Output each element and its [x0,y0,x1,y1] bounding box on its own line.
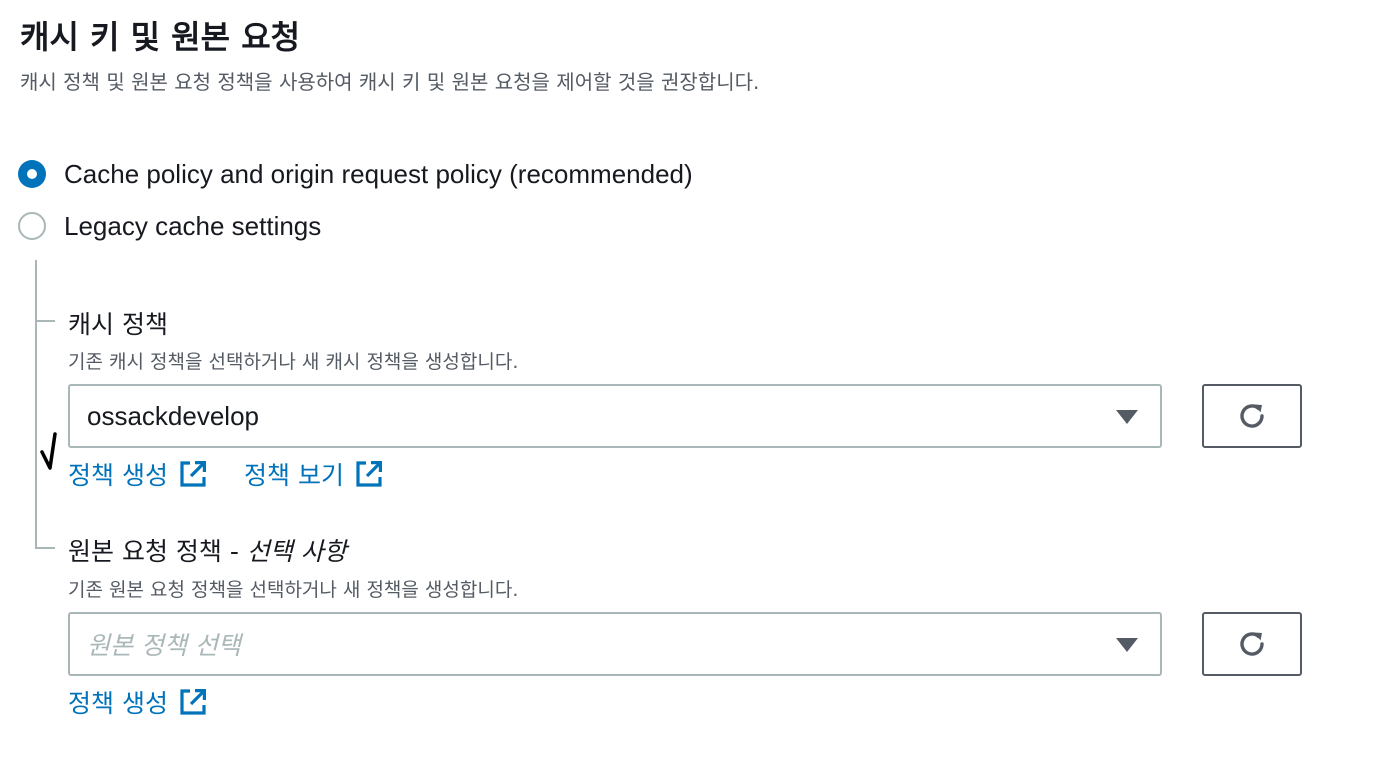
section-description: 캐시 정책 및 원본 요청 정책을 사용하여 캐시 키 및 원본 요청을 제어할… [20,70,760,94]
cache-policy-selected-value: ossackdevelop [87,400,259,431]
tree-connector-branch [35,320,55,322]
cache-policy-label: 캐시 정책 [68,310,168,339]
origin-request-policy-refresh-button[interactable] [1202,612,1302,676]
external-link-icon [356,461,382,487]
radio-button-unselected[interactable] [18,212,46,240]
refresh-icon [1240,632,1264,656]
view-cache-policy-link-text: 정책 보기 [244,461,344,490]
radio-button-selected[interactable] [18,160,46,188]
external-link-icon [180,689,206,715]
section-title: 캐시 키 및 원본 요청 [20,18,301,56]
handwritten-checkmark-icon [40,432,57,470]
create-origin-request-policy-link[interactable]: 정책 생성 [68,684,208,720]
radio-label-cache-policy: Cache policy and origin request policy (… [64,158,693,189]
origin-request-policy-select[interactable]: 원본 정책 선택 [68,612,1162,676]
create-cache-policy-link[interactable]: 정책 생성 [68,456,208,492]
create-origin-request-policy-link-text: 정책 생성 [68,689,168,718]
cache-policy-description: 기존 캐시 정책을 선택하거나 새 캐시 정책을 생성합니다. [68,351,519,373]
radio-option-cache-policy[interactable]: Cache policy and origin request policy (… [18,157,693,191]
cache-policy-select[interactable]: ossackdevelop [68,384,1162,448]
tree-connector-vertical [35,260,37,548]
origin-request-policy-label-text: 원본 요청 정책 - [68,537,247,566]
optional-label: 선택 사항 [246,537,347,566]
tree-connector-branch [35,547,55,549]
refresh-icon [1240,404,1264,428]
external-link-icon [180,461,206,487]
caret-down-icon [1116,638,1138,652]
radio-option-legacy[interactable]: Legacy cache settings [18,209,321,243]
caret-down-icon [1116,410,1138,424]
origin-request-policy-label: 원본 요청 정책 - 선택 사항 [68,532,347,568]
create-cache-policy-link-text: 정책 생성 [68,461,168,490]
origin-request-policy-description: 기존 원본 요청 정책을 선택하거나 새 정책을 생성합니다. [68,579,519,601]
radio-label-legacy: Legacy cache settings [64,210,322,241]
view-cache-policy-link[interactable]: 정책 보기 [244,456,384,492]
origin-request-policy-placeholder: 원본 정책 선택 [87,631,241,660]
cache-policy-refresh-button[interactable] [1202,384,1302,448]
